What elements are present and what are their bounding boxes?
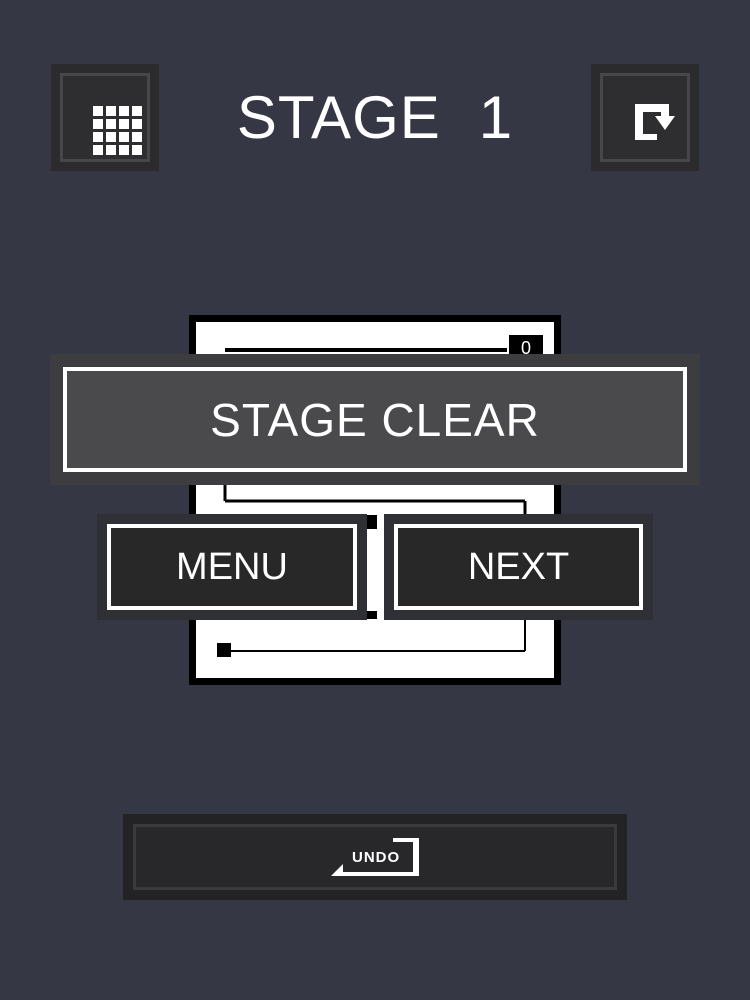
stage-number: 1 [478, 84, 514, 151]
stage-select-button-frame [60, 73, 150, 162]
stage-clear-frame: STAGE CLEAR [63, 367, 687, 472]
stage-word: STAGE [236, 84, 441, 151]
undo-label: UNDO [352, 849, 401, 866]
restart-button-frame [600, 73, 690, 162]
stage-clear-banner: STAGE CLEAR [50, 354, 700, 485]
grid-icon [93, 106, 142, 155]
stage-clear-label: STAGE CLEAR [210, 393, 540, 446]
menu-button-label: MENU [176, 545, 288, 588]
game-screen: STAGE 1 0 STAGE CLEAR MENU NEXT UNDO [0, 0, 750, 1000]
restart-arrow-icon [635, 104, 675, 140]
next-button-frame: NEXT [394, 524, 643, 610]
next-button-label: NEXT [467, 545, 570, 588]
restart-button[interactable] [591, 64, 699, 171]
stage-title: STAGE 1 [160, 80, 590, 155]
next-button[interactable]: NEXT [384, 514, 653, 620]
stage-select-button[interactable] [51, 64, 159, 171]
menu-button[interactable]: MENU [97, 514, 367, 620]
menu-button-frame: MENU [107, 524, 357, 610]
